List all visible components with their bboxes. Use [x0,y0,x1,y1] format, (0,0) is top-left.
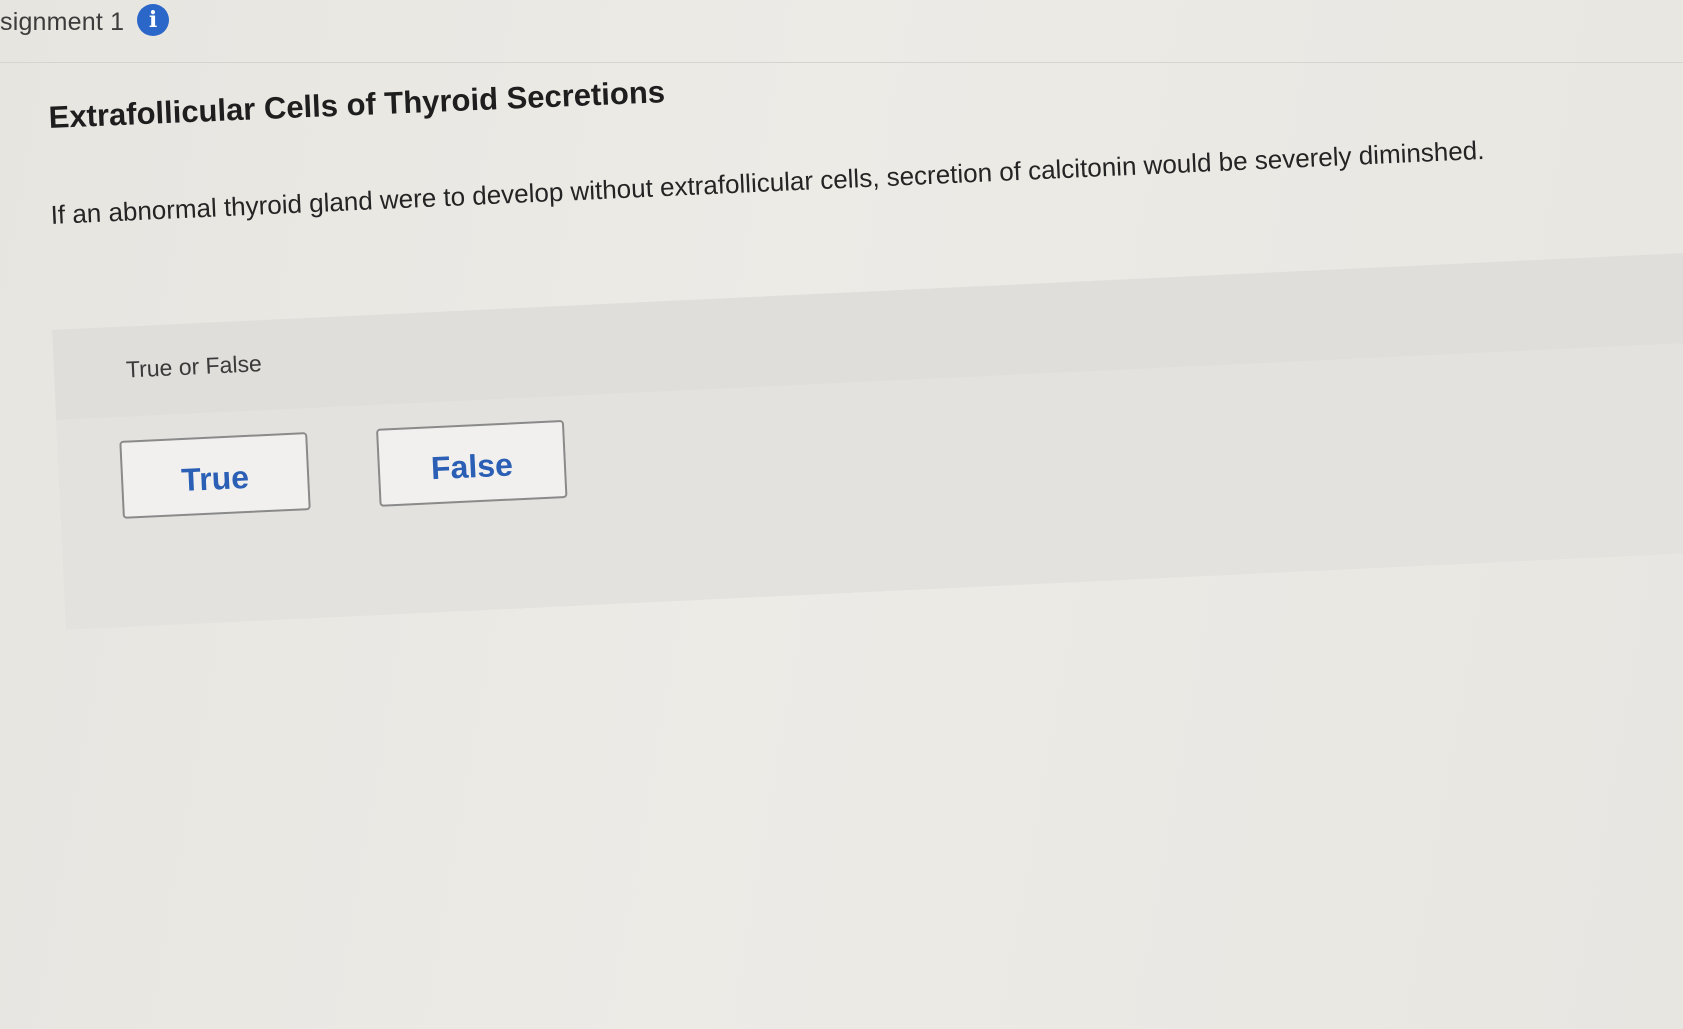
true-button[interactable]: True [119,432,311,519]
true-or-false-label: True or False [125,350,263,383]
info-icon[interactable]: i [137,4,169,36]
question-title: Extrafollicular Cells of Thyroid Secreti… [48,74,666,135]
answer-panel: True or False True False [52,249,1683,630]
false-button[interactable]: False [376,419,568,507]
header-bar: signment 1 i [0,0,1683,63]
assignment-title: signment 1 [0,8,125,36]
question-text: If an abnormal thyroid gland were to dev… [50,134,1485,230]
assignment-page: signment 1 i Extrafollicular Cells of Th… [0,0,1683,1029]
